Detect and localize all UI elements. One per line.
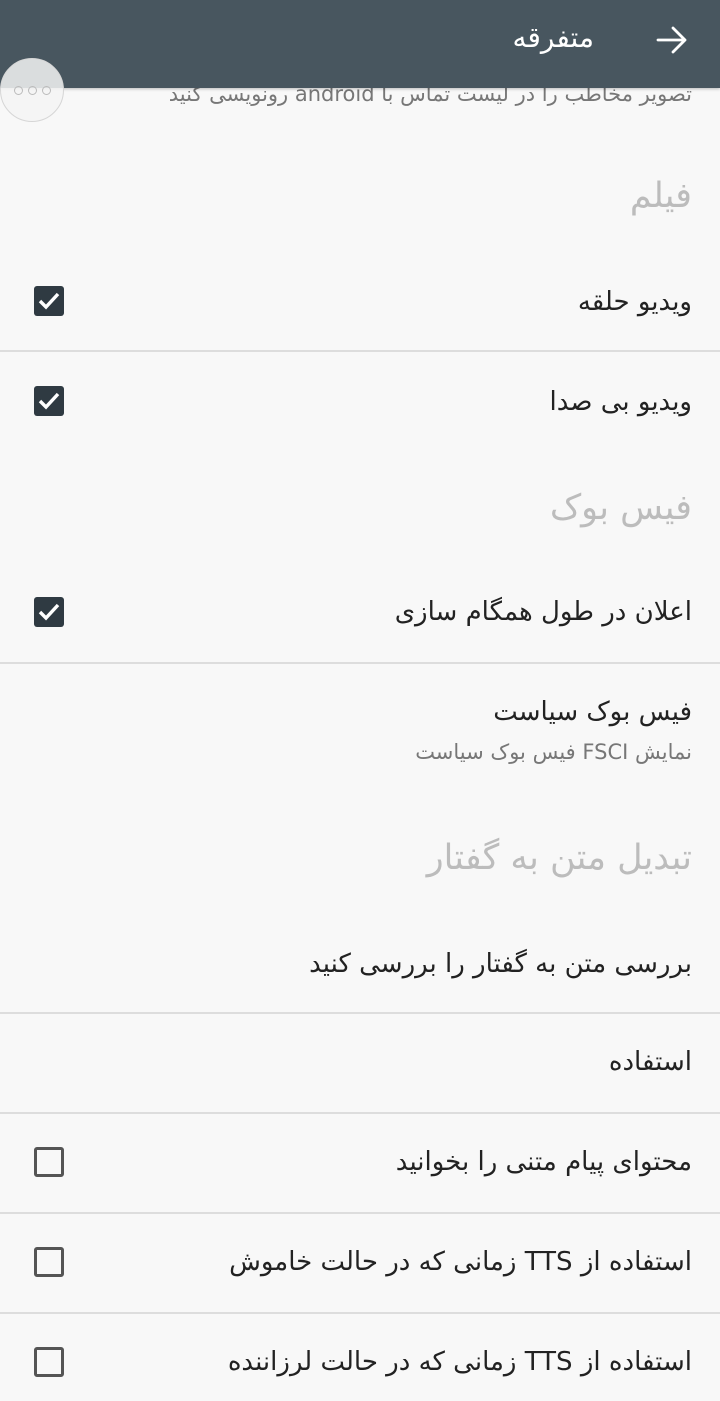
pref-check-tts-title: بررسی متن به گفتار را بررسی کنید [309,949,692,979]
tts-silent-checkbox[interactable] [34,1247,64,1277]
dot-icon [27,85,37,95]
checkmark-icon [38,392,60,410]
dot-icon [13,85,23,95]
checkmark-icon [38,603,60,621]
page-title: متفرقه [512,21,594,54]
sync-notify-checkbox[interactable] [34,597,64,627]
category-tts: تبدیل متن به گفتار [426,838,692,878]
pref-tts-vibrate-title: استفاده از TTS زمانی که در حالت لرزاننده [227,1347,692,1377]
pref-facebook-policy-title: فیس بوک سیاست [493,697,692,727]
category-facebook: فیس بوک [549,488,692,528]
read-sms-checkbox[interactable] [34,1147,64,1177]
tts-vibrate-checkbox[interactable] [34,1347,64,1377]
more-options-overlay-button[interactable] [0,58,64,122]
pref-tts-silent[interactable]: استفاده از TTS زمانی که در حالت خاموش [0,1214,720,1314]
pref-sync-notify-title: اعلان در طول همگام سازی [394,597,692,627]
app-bar: متفرقه [0,0,720,88]
loop-video-checkbox[interactable] [34,286,64,316]
back-button[interactable] [646,18,698,62]
pref-check-tts[interactable]: بررسی متن به گفتار را بررسی کنید [0,914,720,1014]
pref-read-sms[interactable]: محتوای پیام متنی را بخوانید [0,1114,720,1214]
pref-facebook-policy[interactable]: فیس بوک سیاست نمایش FSCI فیس بوک سیاست [0,664,720,784]
pref-facebook-policy-summary: نمایش FSCI فیس بوک سیاست [415,740,692,764]
arrow-forward-icon [656,26,687,54]
pref-mute-video[interactable]: ویدیو بی صدا [0,352,720,452]
pref-usage-title: استفاده [608,1047,692,1077]
pref-sync-notify[interactable]: اعلان در طول همگام سازی [0,564,720,664]
preferences-list[interactable]: تصویر مخاطب را در لیست تماس با android ر… [0,0,720,1401]
pref-tts-silent-title: استفاده از TTS زمانی که در حالت خاموش [229,1247,692,1277]
pref-usage[interactable]: استفاده [0,1014,720,1114]
pref-mute-video-title: ویدیو بی صدا [549,387,693,417]
dot-icon [41,85,51,95]
pref-tts-vibrate[interactable]: استفاده از TTS زمانی که در حالت لرزاننده [0,1314,720,1401]
pref-loop-video[interactable]: ویدیو حلقه [0,252,720,352]
pref-read-sms-title: محتوای پیام متنی را بخوانید [395,1147,692,1177]
checkmark-icon [38,292,60,310]
mute-video-checkbox[interactable] [34,386,64,416]
pref-loop-video-title: ویدیو حلقه [577,287,692,317]
category-movie: فیلم [629,176,692,216]
